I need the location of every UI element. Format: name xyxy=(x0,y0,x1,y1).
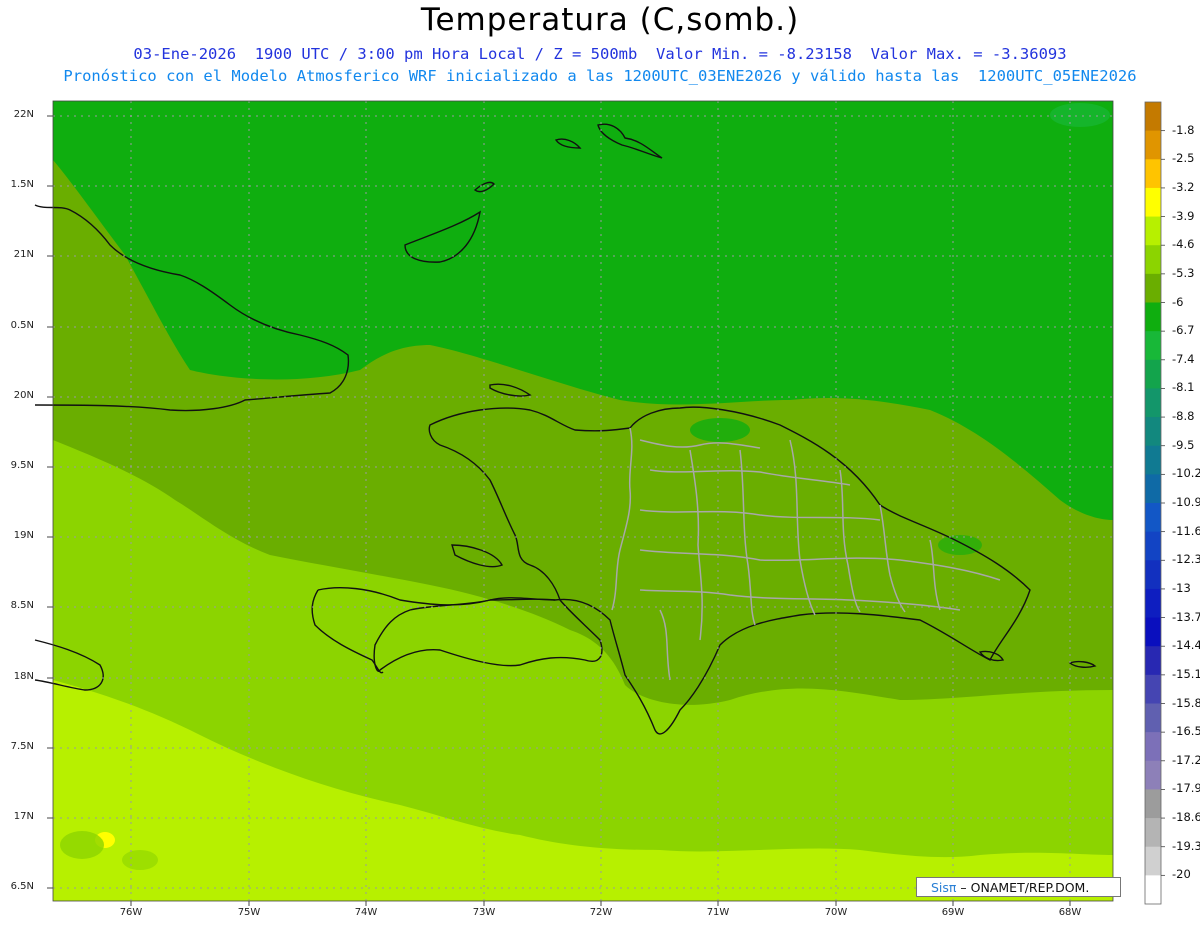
colorbar-label: -4.6 xyxy=(1172,237,1195,252)
colorbar-swatch xyxy=(1145,674,1161,704)
lon-label: 68W xyxy=(1058,907,1082,918)
lat-label: 6.5N xyxy=(10,881,34,892)
colorbar-swatch xyxy=(1145,273,1161,303)
colorbar-swatch xyxy=(1145,302,1161,332)
colorbar-label: -8.1 xyxy=(1172,380,1195,395)
colorbar-swatch xyxy=(1145,503,1161,533)
colorbar-swatch xyxy=(1145,245,1161,275)
colorbar-swatch xyxy=(1145,445,1161,475)
colorbar-swatch xyxy=(1145,789,1161,819)
lat-label: 0.5N xyxy=(10,320,34,331)
sispi-logo-text: Sisπ xyxy=(931,880,957,895)
colorbar-label: -5.3 xyxy=(1172,265,1195,280)
colorbar-swatch xyxy=(1145,130,1161,160)
colorbar-swatch xyxy=(1145,359,1161,389)
colorbar-label: -18.6 xyxy=(1172,810,1200,825)
colorbar-label: -8.8 xyxy=(1172,409,1195,424)
colorbar-label: -6 xyxy=(1172,294,1184,309)
lat-label: 9.5N xyxy=(10,460,34,471)
lat-label: 20N xyxy=(13,390,34,401)
colorbar-label: -17.2 xyxy=(1172,752,1200,767)
lon-label: 69W xyxy=(941,907,965,918)
colorbar-swatch xyxy=(1145,331,1161,361)
colorbar-swatch xyxy=(1145,818,1161,848)
lon-label: 75W xyxy=(237,907,261,918)
colorbar-label: -17.9 xyxy=(1172,781,1200,796)
colorbar-swatch xyxy=(1145,159,1161,189)
colorbar-label: -3.9 xyxy=(1172,208,1195,223)
lat-label: 17N xyxy=(13,811,34,822)
colorbar-label: -12.3 xyxy=(1172,552,1200,567)
colorbar-label: -15.1 xyxy=(1172,666,1200,681)
lat-label: 18N xyxy=(13,671,34,682)
colorbar-swatch xyxy=(1145,875,1161,905)
colorbar-label: -2.5 xyxy=(1172,151,1195,166)
lon-label: 71W xyxy=(706,907,730,918)
colorbar-label: -3.2 xyxy=(1172,179,1195,194)
colorbar-swatch xyxy=(1145,417,1161,447)
credit-text: – ONAMET/REP.DOM. xyxy=(956,880,1090,895)
colorbar-swatch xyxy=(1145,646,1161,676)
lat-label: 19N xyxy=(13,530,34,541)
colorbar-label: -1.8 xyxy=(1172,122,1195,137)
colorbar-swatch xyxy=(1145,102,1161,132)
colorbar-swatch xyxy=(1145,846,1161,876)
colorbar-label: -13.7 xyxy=(1172,609,1200,624)
colorbar-swatch xyxy=(1145,560,1161,590)
colorbar-label: -6.7 xyxy=(1172,323,1195,338)
colorbar-swatch xyxy=(1145,187,1161,218)
lon-label: 72W xyxy=(589,907,613,918)
colorbar xyxy=(1144,101,1165,905)
temperature-shading xyxy=(53,101,1113,901)
lon-label: 73W xyxy=(472,907,496,918)
colorbar-label: -9.5 xyxy=(1172,437,1195,452)
colorbar-label: -7.4 xyxy=(1172,351,1195,366)
colorbar-label: -10.9 xyxy=(1172,495,1200,509)
lon-label: 70W xyxy=(824,907,848,918)
colorbar-label: -10.2 xyxy=(1172,466,1200,481)
colorbar-swatch xyxy=(1145,760,1161,790)
lat-label: 8.5N xyxy=(10,600,34,611)
lat-label: 1.5N xyxy=(10,179,34,190)
colorbar-swatch xyxy=(1145,474,1161,504)
colorbar-swatch xyxy=(1145,216,1161,246)
colorbar-label: -15.8 xyxy=(1172,695,1200,710)
lat-label: 21N xyxy=(13,249,34,260)
lon-label: 74W xyxy=(354,907,378,918)
temperature-map xyxy=(34,100,1165,906)
colorbar-swatch xyxy=(1145,531,1161,561)
colorbar-swatch xyxy=(1145,732,1161,762)
lat-label: 7.5N xyxy=(10,741,34,752)
colorbar-swatch xyxy=(1145,588,1161,619)
colorbar-swatch xyxy=(1145,388,1161,418)
colorbar-label: -20 xyxy=(1172,867,1191,882)
colorbar-label: -11.6 xyxy=(1172,523,1200,538)
credit-box: Sisπ – ONAMET/REP.DOM. xyxy=(916,877,1121,897)
colorbar-swatch xyxy=(1145,617,1161,647)
colorbar-label: -16.5 xyxy=(1172,724,1200,739)
lat-label: 22N xyxy=(13,109,34,120)
lon-label: 76W xyxy=(119,907,143,918)
colorbar-swatch xyxy=(1145,703,1161,733)
colorbar-label: -13 xyxy=(1172,580,1191,595)
colorbar-label: -14.4 xyxy=(1172,638,1200,653)
colorbar-label: -19.3 xyxy=(1172,838,1200,853)
